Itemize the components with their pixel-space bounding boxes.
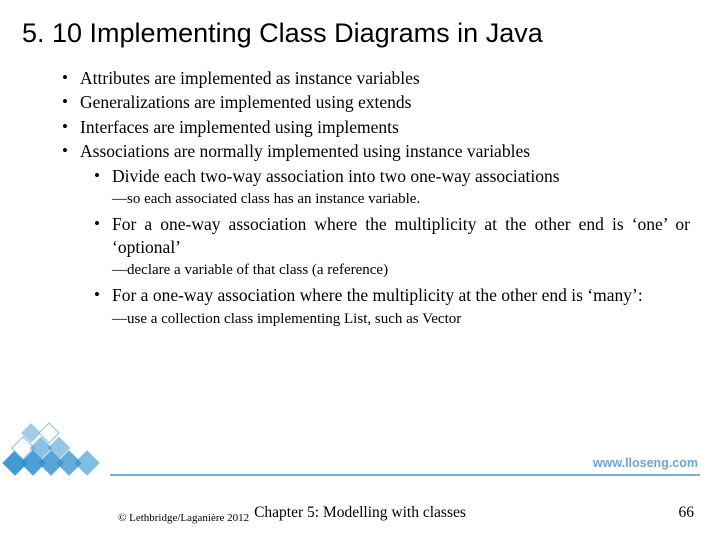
divider-line [110, 474, 700, 476]
slide-title: 5. 10 Implementing Class Diagrams in Jav… [0, 0, 720, 57]
chapter-title: Chapter 5: Modelling with classes [0, 504, 720, 522]
note-two-way: —so each associated class has an instanc… [80, 190, 690, 209]
slide-content: Attributes are implemented as instance v… [0, 57, 720, 329]
sub-two-way: Divide each two-way association into two… [94, 165, 690, 187]
bullet-associations-text: Associations are normally implemented us… [80, 141, 530, 161]
corner-decoration-icon [0, 410, 120, 482]
bullet-interfaces: Interfaces are implemented using impleme… [62, 116, 690, 138]
website-url: www.lloseng.com [587, 456, 698, 470]
page-number: 66 [679, 504, 695, 522]
note-many: —use a collection class implementing Lis… [80, 310, 690, 329]
sub-many: For a one-way association where the mult… [94, 284, 690, 306]
note-one-optional: —declare a variable of that class (a ref… [80, 261, 690, 280]
footer: © Lethbridge/Laganière 2012 Chapter 5: M… [0, 502, 720, 526]
bullet-generalizations: Generalizations are implemented using ex… [62, 91, 690, 113]
bullet-associations: Associations are normally implemented us… [62, 140, 690, 329]
sub-one-optional: For a one-way association where the mult… [94, 213, 690, 258]
bullet-attributes: Attributes are implemented as instance v… [62, 67, 690, 89]
